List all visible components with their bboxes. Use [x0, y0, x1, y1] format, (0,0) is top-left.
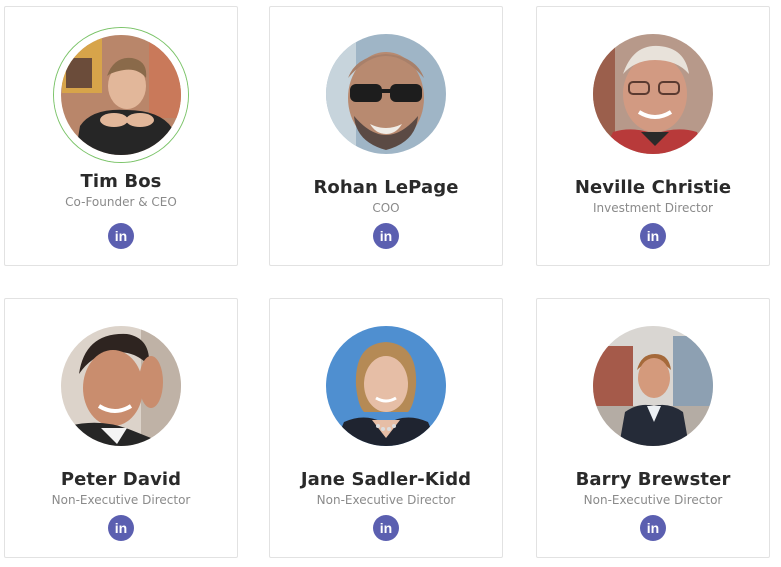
member-role: Non-Executive Director — [51, 493, 191, 507]
linkedin-icon: in — [379, 228, 393, 244]
member-name: Peter David — [60, 469, 182, 490]
person-photo-icon — [61, 326, 181, 446]
team-card[interactable]: Rohan LePage COO in — [269, 6, 503, 266]
team-card[interactable]: Tim Bos Co-Founder & CEO in — [4, 6, 238, 266]
member-name: Neville Christie — [574, 177, 732, 198]
member-name: Tim Bos — [80, 171, 162, 192]
member-role: COO — [372, 201, 400, 215]
avatar — [593, 326, 713, 446]
member-role: Co-Founder & CEO — [65, 195, 177, 209]
linkedin-button[interactable]: in — [108, 515, 134, 541]
member-name: Jane Sadler-Kidd — [300, 469, 472, 490]
member-role: Non-Executive Director — [583, 493, 723, 507]
avatar — [61, 326, 181, 446]
linkedin-icon: in — [646, 228, 660, 244]
linkedin-icon: in — [379, 520, 393, 536]
member-name: Barry Brewster — [575, 469, 731, 490]
person-photo-icon — [593, 34, 713, 154]
linkedin-button[interactable]: in — [108, 223, 134, 249]
member-role: Investment Director — [593, 201, 713, 215]
linkedin-button[interactable]: in — [373, 515, 399, 541]
linkedin-button[interactable]: in — [640, 515, 666, 541]
avatar — [593, 34, 713, 154]
person-photo-icon — [593, 326, 713, 446]
linkedin-icon: in — [114, 228, 128, 244]
avatar — [326, 326, 446, 446]
team-card[interactable]: Jane Sadler-Kidd Non-Executive Director … — [269, 298, 503, 558]
avatar — [54, 28, 188, 162]
linkedin-icon: in — [646, 520, 660, 536]
avatar — [326, 34, 446, 154]
team-card[interactable]: Barry Brewster Non-Executive Director in — [536, 298, 770, 558]
linkedin-button[interactable]: in — [640, 223, 666, 249]
member-role: Non-Executive Director — [316, 493, 456, 507]
member-name: Rohan LePage — [313, 177, 459, 198]
team-card[interactable]: Neville Christie Investment Director in — [536, 6, 770, 266]
team-grid: Tim Bos Co-Founder & CEO in Rohan LePage… — [0, 0, 781, 567]
linkedin-button[interactable]: in — [373, 223, 399, 249]
linkedin-icon: in — [114, 520, 128, 536]
person-photo-icon — [54, 28, 188, 162]
team-card[interactable]: Peter David Non-Executive Director in — [4, 298, 238, 558]
person-photo-icon — [326, 34, 446, 154]
person-photo-icon — [326, 326, 446, 446]
